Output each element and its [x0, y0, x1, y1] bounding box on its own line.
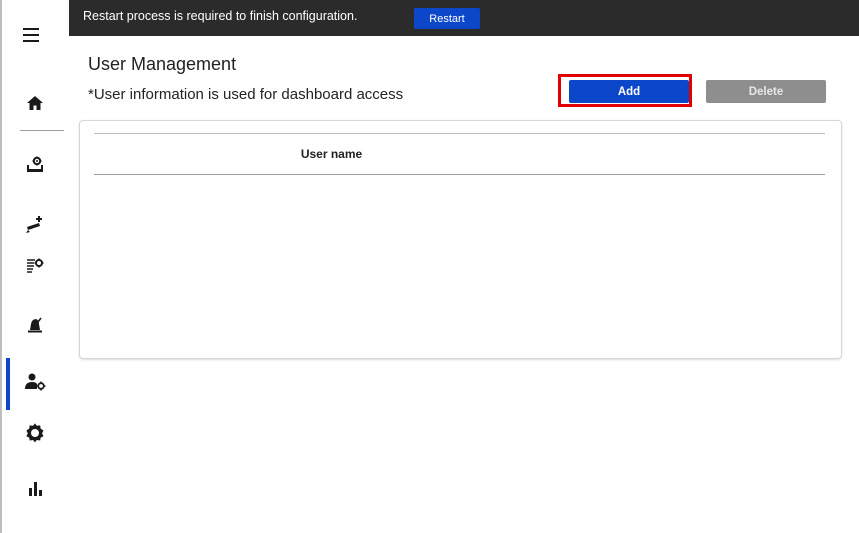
- sidebar: [2, 0, 68, 533]
- hamburger-menu-icon[interactable]: [20, 24, 46, 46]
- column-header-label: User name: [300, 147, 363, 161]
- gear-icon: [26, 423, 44, 443]
- restart-message: Restart process is required to finish co…: [83, 9, 358, 23]
- page-subtitle: *User information is used for dashboard …: [88, 86, 404, 103]
- sidebar-item-device-settings[interactable]: [2, 145, 68, 185]
- column-header-user-name[interactable]: User name: [94, 134, 825, 174]
- add-device-icon: [26, 216, 42, 233]
- list-settings-icon: [27, 258, 44, 273]
- sidebar-item-statistics[interactable]: [2, 468, 68, 508]
- sidebar-item-user-management[interactable]: [2, 358, 68, 410]
- home-icon: [27, 96, 43, 110]
- sidebar-item-settings[interactable]: [2, 413, 68, 453]
- sidebar-divider: [20, 130, 64, 131]
- sidebar-item-add-device[interactable]: [2, 205, 68, 245]
- delete-user-button[interactable]: Delete: [706, 80, 826, 103]
- restart-button[interactable]: Restart: [414, 8, 480, 29]
- add-user-button[interactable]: Add: [569, 80, 689, 103]
- restart-banner: Restart process is required to finish co…: [69, 0, 859, 36]
- sidebar-item-home[interactable]: [2, 83, 68, 123]
- page-title: User Management: [88, 54, 237, 74]
- device-settings-icon: [27, 156, 43, 172]
- bar-chart-icon: [29, 482, 42, 496]
- user-table: User name: [80, 121, 841, 358]
- table-header-divider: [94, 174, 825, 175]
- sidebar-item-alert[interactable]: [2, 305, 68, 345]
- sidebar-item-list-settings[interactable]: [2, 245, 68, 285]
- alert-icon: [28, 317, 42, 333]
- user-settings-icon: [25, 373, 46, 391]
